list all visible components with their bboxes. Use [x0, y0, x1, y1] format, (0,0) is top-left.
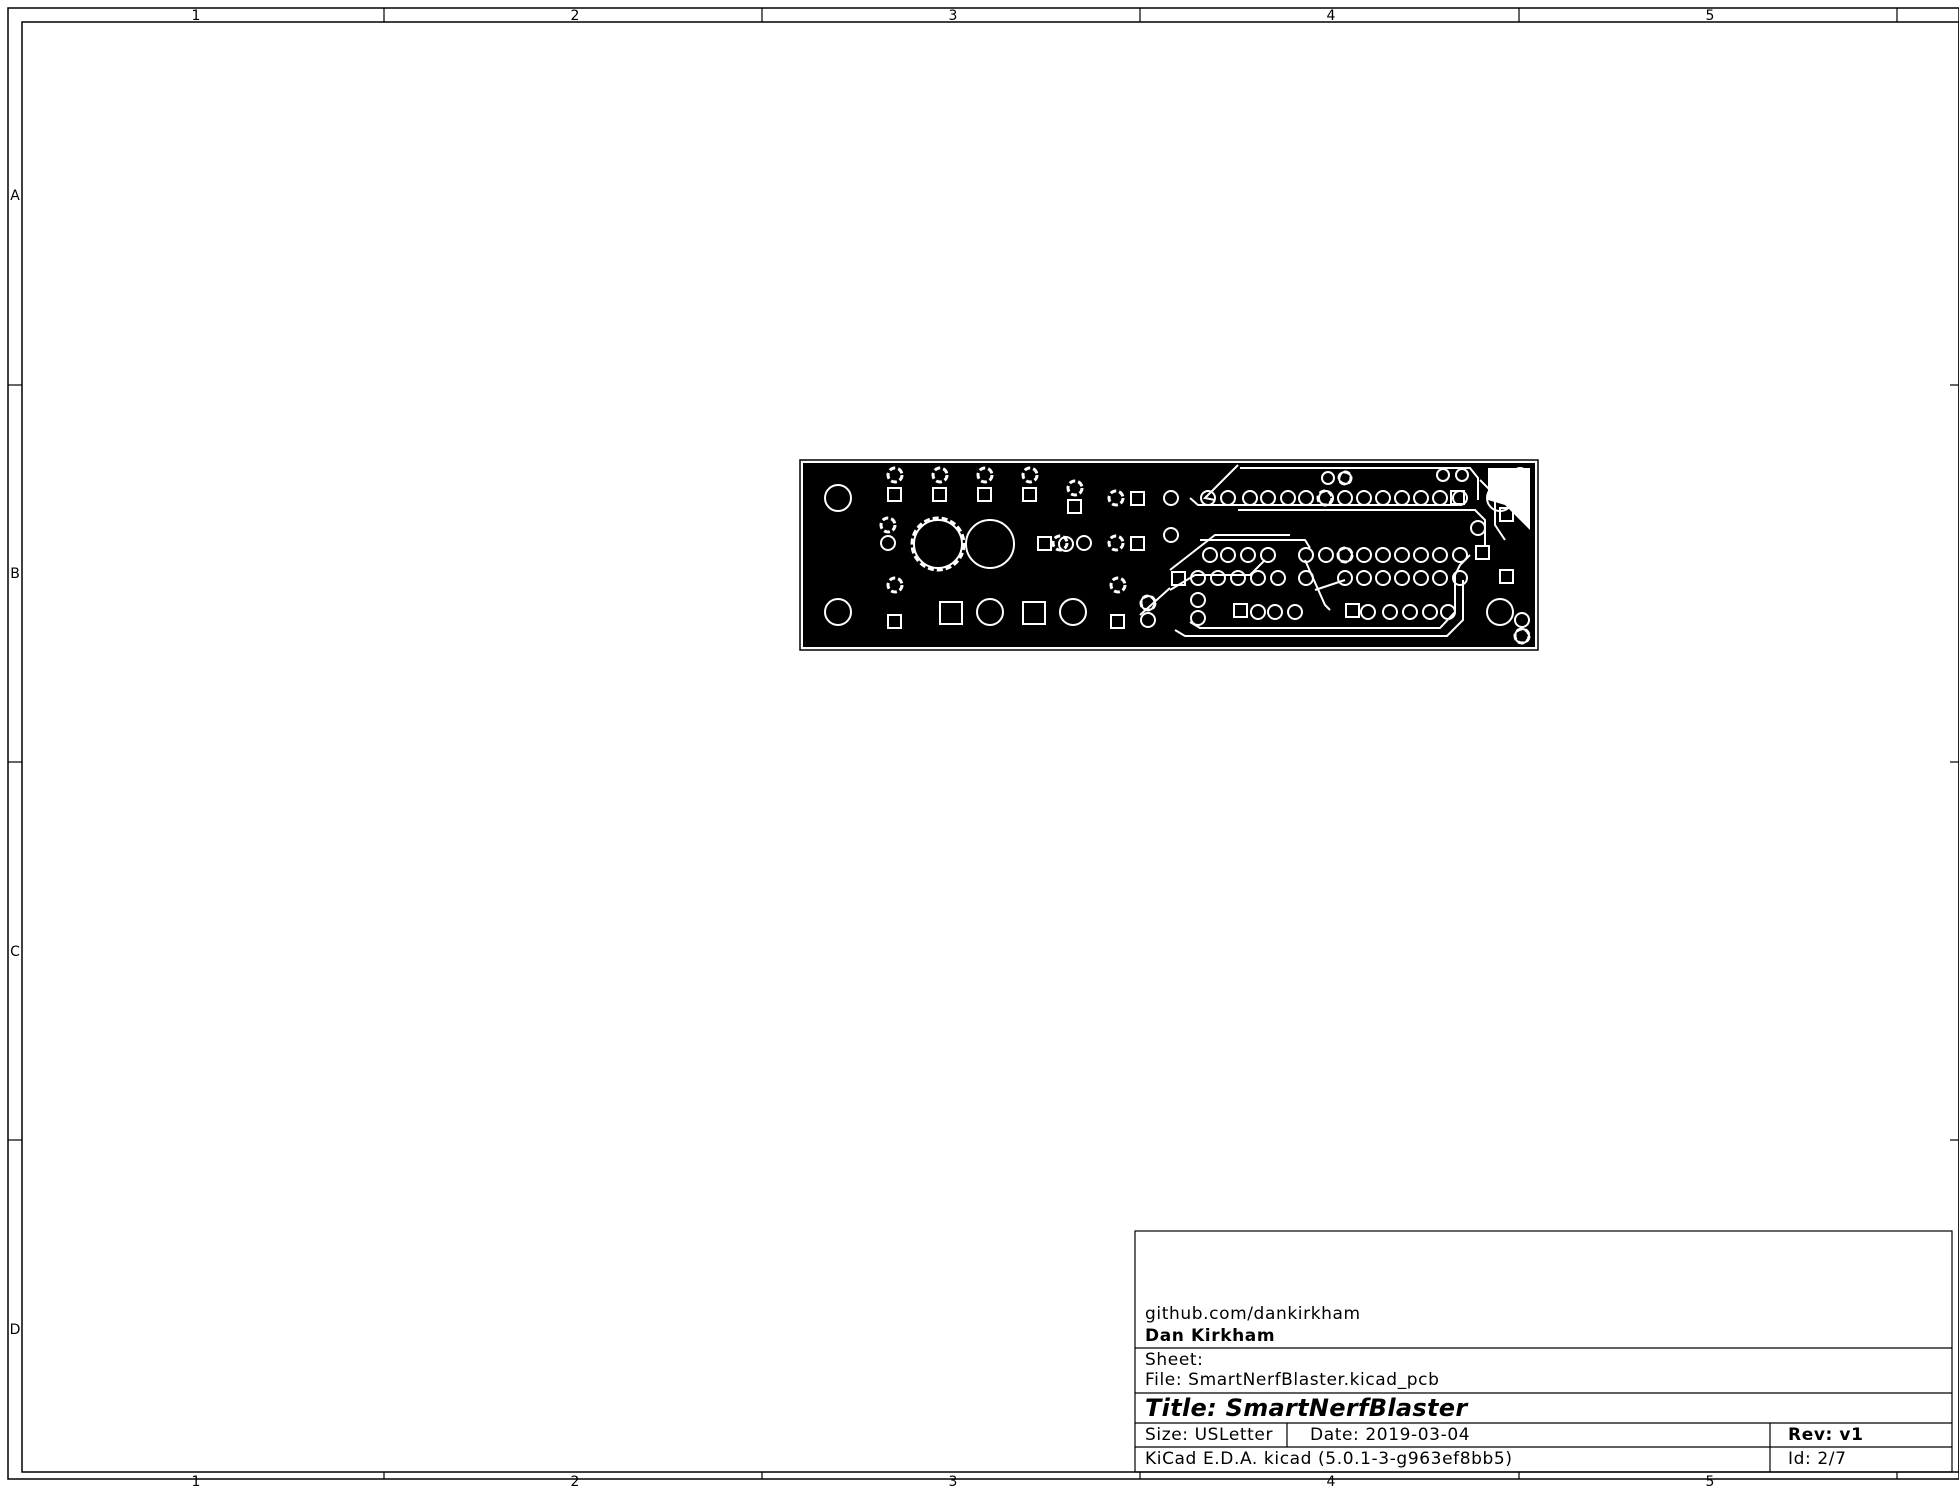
- drawing-title: Title: SmartNerfBlaster: [1145, 1394, 1468, 1422]
- pcb-board: [799, 459, 1539, 651]
- col-label-bottom: 4: [1327, 1474, 1336, 1486]
- col-label-bottom: 2: [571, 1474, 580, 1486]
- row-label-left: C: [10, 944, 20, 960]
- row-label-left: A: [10, 188, 20, 204]
- col-label-top: 2: [571, 8, 580, 24]
- company-url[interactable]: github.com/dankirkham: [1145, 1306, 1361, 1323]
- sheet-size: Size: USLetter: [1145, 1425, 1274, 1445]
- col-label-top: 4: [1327, 8, 1336, 24]
- column-ticks: [383, 8, 1898, 1479]
- author-name: Dan Kirkham: [1145, 1326, 1276, 1346]
- col-label-bottom: 3: [949, 1474, 958, 1486]
- row-label-left: B: [10, 566, 20, 582]
- row-label-left: D: [10, 1322, 21, 1338]
- drawing-sheet: 1 2 3 4 5 1 2 3 4 5 A B C D: [7, 7, 1959, 1486]
- col-label-bottom: 1: [192, 1474, 201, 1486]
- sheet-date: Date: 2019-03-04: [1310, 1425, 1471, 1445]
- file-name: File: SmartNerfBlaster.kicad_pcb: [1145, 1370, 1440, 1390]
- outer-border: [7, 7, 1959, 1480]
- col-label-top: 3: [949, 8, 958, 24]
- inner-border: [21, 21, 1959, 1473]
- tool-version: KiCad E.D.A. kicad (5.0.1-3-g963ef8bb5): [1145, 1449, 1513, 1469]
- col-label-top: 5: [1706, 8, 1715, 24]
- revision: Rev: v1: [1788, 1425, 1864, 1445]
- column-labels: 1 2 3 4 5 1 2 3 4 5: [192, 8, 1715, 1486]
- sheet-id: Id: 2/7: [1788, 1449, 1847, 1469]
- row-labels: A B C D: [10, 188, 21, 1338]
- col-label-top: 1: [192, 8, 201, 24]
- col-label-bottom: 5: [1706, 1474, 1715, 1486]
- sheet-label: Sheet:: [1145, 1350, 1204, 1370]
